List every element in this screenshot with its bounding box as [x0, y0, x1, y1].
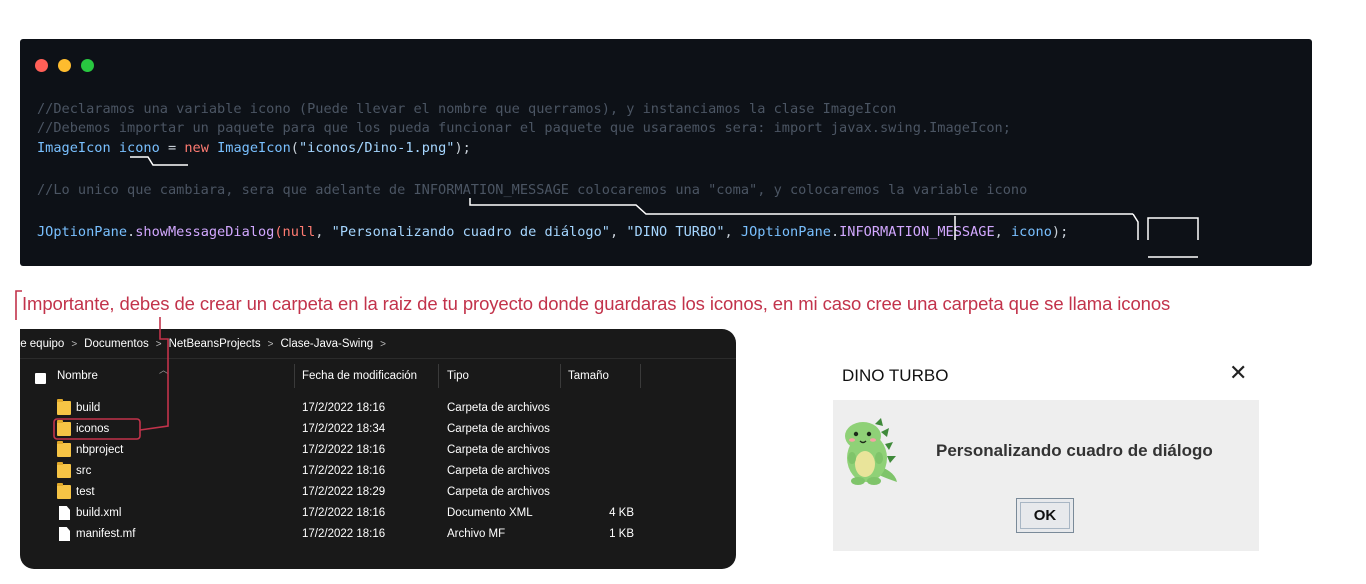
file-size: 4 KB: [609, 507, 634, 519]
file-date: 17/2/2022 18:29: [302, 486, 386, 498]
code-token-close: );: [1051, 224, 1069, 240]
ok-button[interactable]: OK: [1016, 498, 1074, 533]
chevron-right-icon[interactable]: >: [380, 330, 386, 360]
folder-icon: [57, 399, 71, 415]
code-token-ctor: ImageIcon: [217, 140, 291, 156]
chevron-right-icon: >: [71, 339, 78, 350]
file-row[interactable]: test 17/2/2022 18:29 Carpeta de archivos: [20, 482, 736, 503]
file-date: 17/2/2022 18:16: [302, 402, 386, 414]
file-name: nbproject: [76, 444, 124, 456]
file-size: 1 KB: [609, 528, 634, 540]
file-icon: [59, 506, 70, 520]
chevron-right-icon: >: [155, 339, 162, 350]
minimize-dot-icon: [58, 59, 71, 72]
code-token-icono: icono: [1011, 224, 1052, 240]
folder-icon: [57, 483, 71, 499]
file-type: Archivo MF: [447, 528, 506, 540]
sort-up-icon: ︿: [159, 365, 169, 375]
code-token-method: showMessageDialog: [135, 224, 275, 240]
code-token-var: icono: [118, 140, 160, 156]
file-row[interactable]: build.xml 17/2/2022 18:16 Documento XML 4 K…: [20, 503, 736, 524]
file-row[interactable]: nbproject 17/2/2022 18:16 Carpeta de archi…: [20, 440, 736, 461]
file-date: 17/2/2022 18:16: [302, 528, 386, 540]
code-token-type: ImageIcon: [37, 140, 111, 156]
code-line-imageicon: ImageIcon icono = new ImageIcon("iconos/…: [37, 139, 471, 157]
file-date: 17/2/2022 18:16: [302, 444, 386, 456]
code-token-dot: .: [830, 224, 840, 240]
breadcrumb: te equipo > Documentos > NetBeansProjects > Cl…: [20, 329, 736, 359]
code-token-class: JOptionPane: [740, 224, 831, 240]
code-comment-line-2: //Debemos importar un paquete para que l…: [37, 120, 1011, 136]
maximize-dot-icon: [81, 59, 94, 72]
folder-icon: [57, 462, 71, 478]
dino-icon: [845, 418, 897, 485]
code-token-path: "iconos/Dino-1.png": [298, 140, 455, 156]
code-comment-line-1: //Declaramos una variable icono (Puede l…: [37, 101, 897, 117]
file-name: iconos: [76, 423, 110, 435]
file-type: Carpeta de archivos: [447, 465, 550, 477]
column-header-date[interactable]: Fecha de modificación: [302, 365, 417, 387]
file-type: Carpeta de archivos: [447, 402, 550, 414]
column-divider[interactable]: [640, 364, 641, 388]
file-type: Documento XML: [447, 507, 533, 519]
column-header-size[interactable]: Tamaño: [568, 365, 609, 387]
code-token-constant: INFORMATION_MESSAGE: [839, 224, 995, 240]
file-name: build: [76, 402, 101, 414]
file-name: manifest.mf: [76, 528, 136, 540]
breadcrumb-item[interactable]: Clase-Java-Swing: [280, 329, 373, 359]
code-window: //Declaramos una variable icono (Puede l…: [20, 39, 1312, 266]
file-row[interactable]: build 17/2/2022 18:16 Carpeta de archivos: [20, 398, 736, 419]
code-comment-line-3: //Lo unico que cambiara, sera que adelan…: [37, 182, 1028, 198]
code-line-showmessage: JOptionPane.showMessageDialog(null, "Per…: [37, 223, 1068, 241]
file-row[interactable]: iconos 17/2/2022 18:34 Carpeta de archivos: [20, 419, 736, 440]
file-type: Carpeta de archivos: [447, 486, 550, 498]
dialog-message: Personalizando cuadro de diálogo: [936, 441, 1213, 460]
dialog-title: DINO TURBO: [842, 366, 949, 385]
code-token-comma: ,: [724, 224, 741, 240]
breadcrumb-item[interactable]: Documentos: [84, 329, 149, 359]
file-icon: [59, 527, 70, 541]
column-divider[interactable]: [438, 364, 439, 388]
file-date: 17/2/2022 18:34: [302, 423, 386, 435]
folder-icon: [57, 441, 71, 457]
code-token-open: (: [290, 140, 299, 156]
code-token-comma: ,: [315, 224, 332, 240]
folder-icon: [57, 420, 71, 436]
file-explorer: te equipo > Documentos > NetBeansProjects > Cl…: [20, 329, 736, 569]
code-token-message: "Personalizando cuadro de diálogo": [331, 224, 610, 240]
code-token-new: new: [184, 140, 209, 156]
code-token-title: "DINO TURBO": [626, 224, 725, 240]
code-token-close: );: [454, 140, 471, 156]
file-type: Carpeta de archivos: [447, 444, 550, 456]
file-name: build.xml: [76, 507, 122, 519]
code-token-eq: =: [159, 140, 185, 156]
code-token-dot: .: [127, 224, 136, 240]
file-name: test: [76, 486, 95, 498]
column-header-name[interactable]: Nombre: [57, 365, 98, 387]
column-header-type[interactable]: Tipo: [447, 365, 469, 387]
column-divider[interactable]: [294, 364, 295, 388]
code-token-class: JOptionPane: [37, 224, 128, 240]
message-dialog: Personalizando cuadro de diálogo OK: [833, 400, 1259, 551]
chevron-right-icon: >: [267, 339, 274, 350]
file-type: Carpeta de archivos: [447, 423, 550, 435]
code-token-comma: ,: [609, 224, 627, 240]
code-token-comma: ,: [994, 224, 1011, 240]
close-icon[interactable]: ✕: [1229, 361, 1247, 386]
file-name: src: [76, 465, 92, 477]
column-divider[interactable]: [560, 364, 561, 388]
file-row[interactable]: src 17/2/2022 18:16 Carpeta de archivos: [20, 461, 736, 482]
breadcrumb-item[interactable]: te equipo: [20, 329, 64, 359]
file-date: 17/2/2022 18:16: [302, 465, 386, 477]
code-token-open: (: [274, 224, 283, 240]
file-row[interactable]: manifest.mf 17/2/2022 18:16 Archivo MF 1 KB: [20, 524, 736, 545]
file-date: 17/2/2022 18:16: [302, 507, 386, 519]
select-all-checkbox[interactable]: [35, 373, 46, 384]
close-dot-icon: [35, 59, 48, 72]
annotation-note: Importante, debes de crear un carpeta en…: [22, 293, 1171, 314]
code-token-null: null: [282, 224, 316, 240]
breadcrumb-item[interactable]: NetBeansProjects: [169, 329, 261, 359]
